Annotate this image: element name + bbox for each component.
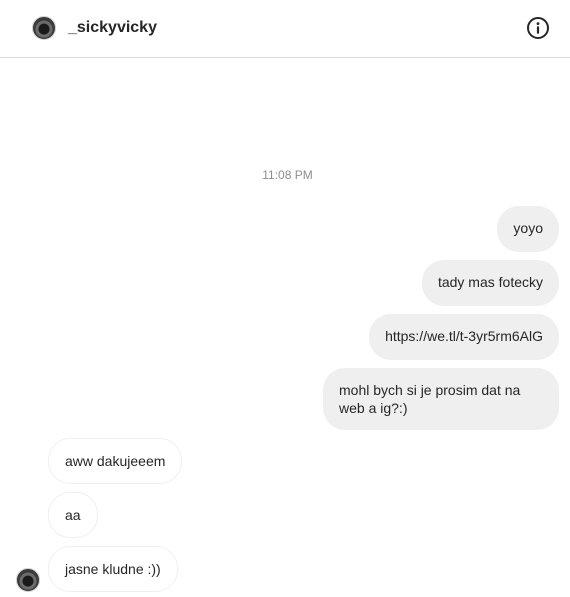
sender-avatar[interactable] — [16, 568, 40, 592]
incoming-message[interactable]: aww dakujeeem — [48, 438, 183, 484]
incoming-message[interactable]: aa — [48, 492, 98, 538]
outgoing-message[interactable]: mohl bych si je prosim dat na web a ig?:… — [323, 368, 559, 430]
info-button[interactable] — [526, 16, 550, 40]
message-timestamp: 11:08 PM — [262, 168, 313, 182]
thread-header: _sickyvicky — [0, 0, 570, 58]
incoming-message[interactable]: jasne kludne :)) — [48, 546, 178, 592]
outgoing-message[interactable]: yoyo — [497, 206, 559, 252]
header-user[interactable]: _sickyvicky — [32, 16, 157, 40]
outgoing-message-link[interactable]: https://we.tl/t-3yr5rm6AlG — [369, 314, 559, 360]
outgoing-message[interactable]: tady mas fotecky — [421, 260, 559, 306]
username[interactable]: _sickyvicky — [68, 19, 157, 37]
profile-avatar[interactable] — [32, 16, 56, 40]
dm-thread-window: _sickyvicky 11:08 PM yoyo tady mas fotec… — [0, 0, 570, 597]
info-circle-icon — [527, 17, 549, 39]
